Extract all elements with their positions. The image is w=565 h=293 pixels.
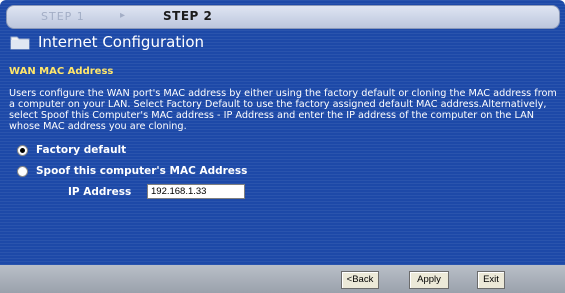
step-1-label: STEP 1 — [41, 10, 85, 23]
config-panel: STEP 1 ▸ STEP 2 Internet Configuration W… — [0, 0, 565, 265]
exit-button[interactable]: Exit — [477, 271, 505, 289]
radio-selected-dot — [20, 148, 25, 153]
folder-icon — [10, 36, 30, 50]
page-title: Internet Configuration — [38, 33, 205, 51]
step-arrow-icon: ▸ — [120, 10, 126, 21]
section-description: Users configure the WAN port's MAC addre… — [9, 88, 557, 132]
step-2-label: STEP 2 — [163, 9, 213, 23]
ip-address-input[interactable]: 192.168.1.33 — [147, 184, 245, 199]
wizard-frame: STEP 1 ▸ STEP 2 Internet Configuration W… — [0, 0, 565, 293]
spoof-mac-radio[interactable] — [17, 166, 28, 177]
section-title: WAN MAC Address — [9, 66, 114, 77]
step-indicator: STEP 1 ▸ STEP 2 — [6, 5, 560, 29]
footer-bar: <Back Apply Exit — [0, 265, 565, 293]
apply-button[interactable]: Apply — [409, 271, 449, 289]
factory-default-label: Factory default — [36, 144, 127, 156]
factory-default-radio[interactable] — [17, 145, 28, 156]
spoof-mac-label: Spoof this computer's MAC Address — [36, 165, 248, 177]
back-button[interactable]: <Back — [341, 271, 379, 289]
ip-address-label: IP Address — [68, 186, 132, 198]
